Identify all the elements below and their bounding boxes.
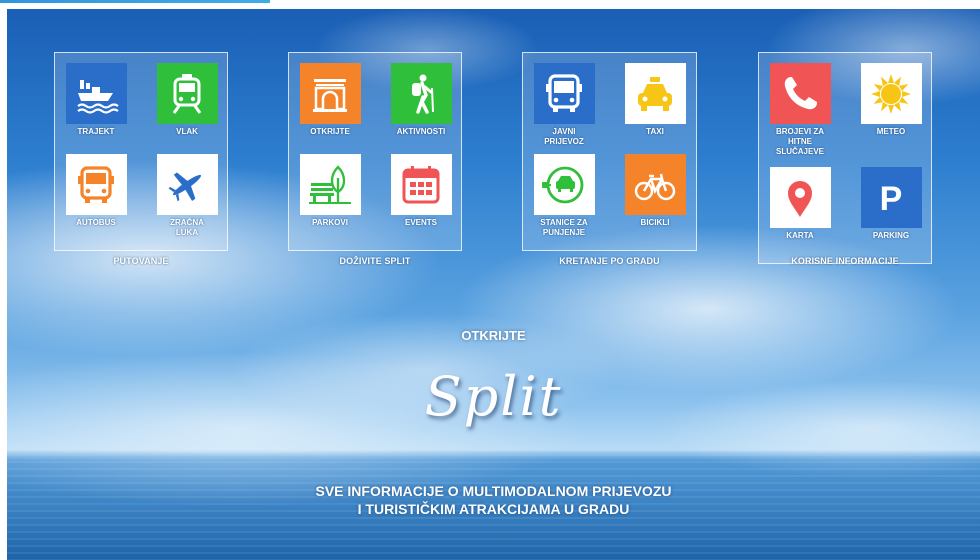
tile-otkrijte[interactable]: OTKRIJTE bbox=[299, 63, 361, 137]
hiker-icon bbox=[412, 74, 434, 114]
tile-stanice-za-punjenje[interactable]: STANICE ZA PUNJENJE bbox=[533, 154, 595, 238]
ev-charging-icon bbox=[542, 166, 584, 203]
tile-parkovi[interactable]: PARKOVI bbox=[299, 154, 361, 228]
tile-label: JAVNI PRIJEVOZ bbox=[544, 127, 584, 146]
group-label: DOŽIVITE SPLIT bbox=[339, 256, 411, 266]
tile-label: AKTIVNOSTI bbox=[396, 127, 446, 136]
group-label: PUTOVANJE bbox=[113, 256, 169, 266]
ship-icon bbox=[77, 79, 119, 114]
tile-aktivnosti[interactable]: AKTIVNOSTI bbox=[390, 63, 452, 137]
train-icon bbox=[172, 73, 202, 114]
tile-zracna-luka[interactable]: ZRAČNA LUKA bbox=[156, 154, 218, 238]
tile-javni-prijevoz[interactable]: JAVNI PRIJEVOZ bbox=[533, 63, 595, 147]
group-label: KORISNE INFORMACIJE bbox=[791, 256, 899, 266]
tile-label: OTKRIJTE bbox=[310, 127, 350, 136]
group-dozivite-split: OTKRIJTE AKTIVNOSTI PARKOVI EVENTS DOŽIV… bbox=[288, 52, 462, 266]
airplane-icon bbox=[168, 171, 202, 201]
tile-label: BICIKLI bbox=[640, 218, 670, 227]
taxi-icon bbox=[638, 76, 672, 111]
tile-brojevi-za-hitne[interactable]: BROJEVI ZA HITNE SLUČAJEVE bbox=[769, 63, 831, 157]
tile-meteo[interactable]: METEO bbox=[860, 63, 922, 137]
calendar-icon bbox=[402, 165, 440, 203]
hero-title: Split bbox=[424, 365, 563, 428]
tile-label: PARKOVI bbox=[312, 218, 348, 227]
hero-description: SVE INFORMACIJE O MULTIMODALNOM PRIJEVOZ… bbox=[7, 482, 980, 518]
tile-vlak[interactable]: VLAK bbox=[156, 63, 218, 137]
parking-icon: P bbox=[880, 180, 903, 218]
bus-icon bbox=[78, 165, 114, 203]
header-accent bbox=[0, 0, 270, 3]
tile-label: KARTA bbox=[786, 231, 814, 240]
hero-background: TRAJEKT VLAK AUTOBUS ZRAČNA LUKA PUTOVAN… bbox=[7, 9, 980, 560]
city-bus-icon bbox=[546, 73, 582, 112]
tile-karta[interactable]: KARTA bbox=[769, 167, 831, 241]
park-bench-icon bbox=[309, 164, 351, 204]
tile-label: AUTOBUS bbox=[76, 218, 116, 227]
tile-autobus[interactable]: AUTOBUS bbox=[65, 154, 127, 228]
tile-events[interactable]: EVENTS bbox=[390, 154, 452, 228]
tile-label: TRAJEKT bbox=[77, 127, 115, 136]
tile-label: METEO bbox=[876, 127, 906, 136]
tile-label: TAXI bbox=[646, 127, 664, 136]
bicycle-icon bbox=[634, 173, 676, 200]
sun-icon bbox=[871, 73, 911, 114]
tile-label: PARKING bbox=[872, 231, 910, 240]
monument-icon bbox=[313, 78, 347, 112]
group-korisne-informacije: BROJEVI ZA HITNE SLUČAJEVE METEO KARTA P… bbox=[758, 52, 932, 266]
tile-trajekt[interactable]: TRAJEKT bbox=[65, 63, 127, 137]
tile-parking[interactable]: P PARKING bbox=[860, 167, 922, 241]
tile-label: ZRAČNA LUKA bbox=[170, 218, 204, 237]
hero-subtitle: OTKRIJTE bbox=[461, 328, 526, 343]
hero-description-line: SVE INFORMACIJE O MULTIMODALNOM PRIJEVOZ… bbox=[315, 483, 672, 499]
svg-text:P: P bbox=[880, 180, 903, 218]
group-putovanje: TRAJEKT VLAK AUTOBUS ZRAČNA LUKA PUTOVAN… bbox=[54, 52, 228, 266]
tile-taxi[interactable]: TAXI bbox=[624, 63, 686, 137]
hero-description-line: I TURISTIČKIM ATRAKCIJAMA U GRADU bbox=[357, 501, 630, 517]
tile-label: BROJEVI ZA HITNE SLUČAJEVE bbox=[776, 127, 825, 156]
phone-icon bbox=[784, 76, 817, 109]
map-pin-icon bbox=[788, 180, 812, 217]
tile-bicikli[interactable]: BICIKLI bbox=[624, 154, 686, 228]
tile-label: VLAK bbox=[176, 127, 198, 136]
group-label: KRETANJE PO GRADU bbox=[559, 256, 660, 266]
tile-label: STANICE ZA PUNJENJE bbox=[540, 218, 588, 237]
tile-label: EVENTS bbox=[404, 218, 437, 227]
group-kretanje-po-gradu: JAVNI PRIJEVOZ TAXI STANICE ZA PUNJENJE … bbox=[522, 52, 697, 266]
top-strip bbox=[0, 0, 980, 9]
